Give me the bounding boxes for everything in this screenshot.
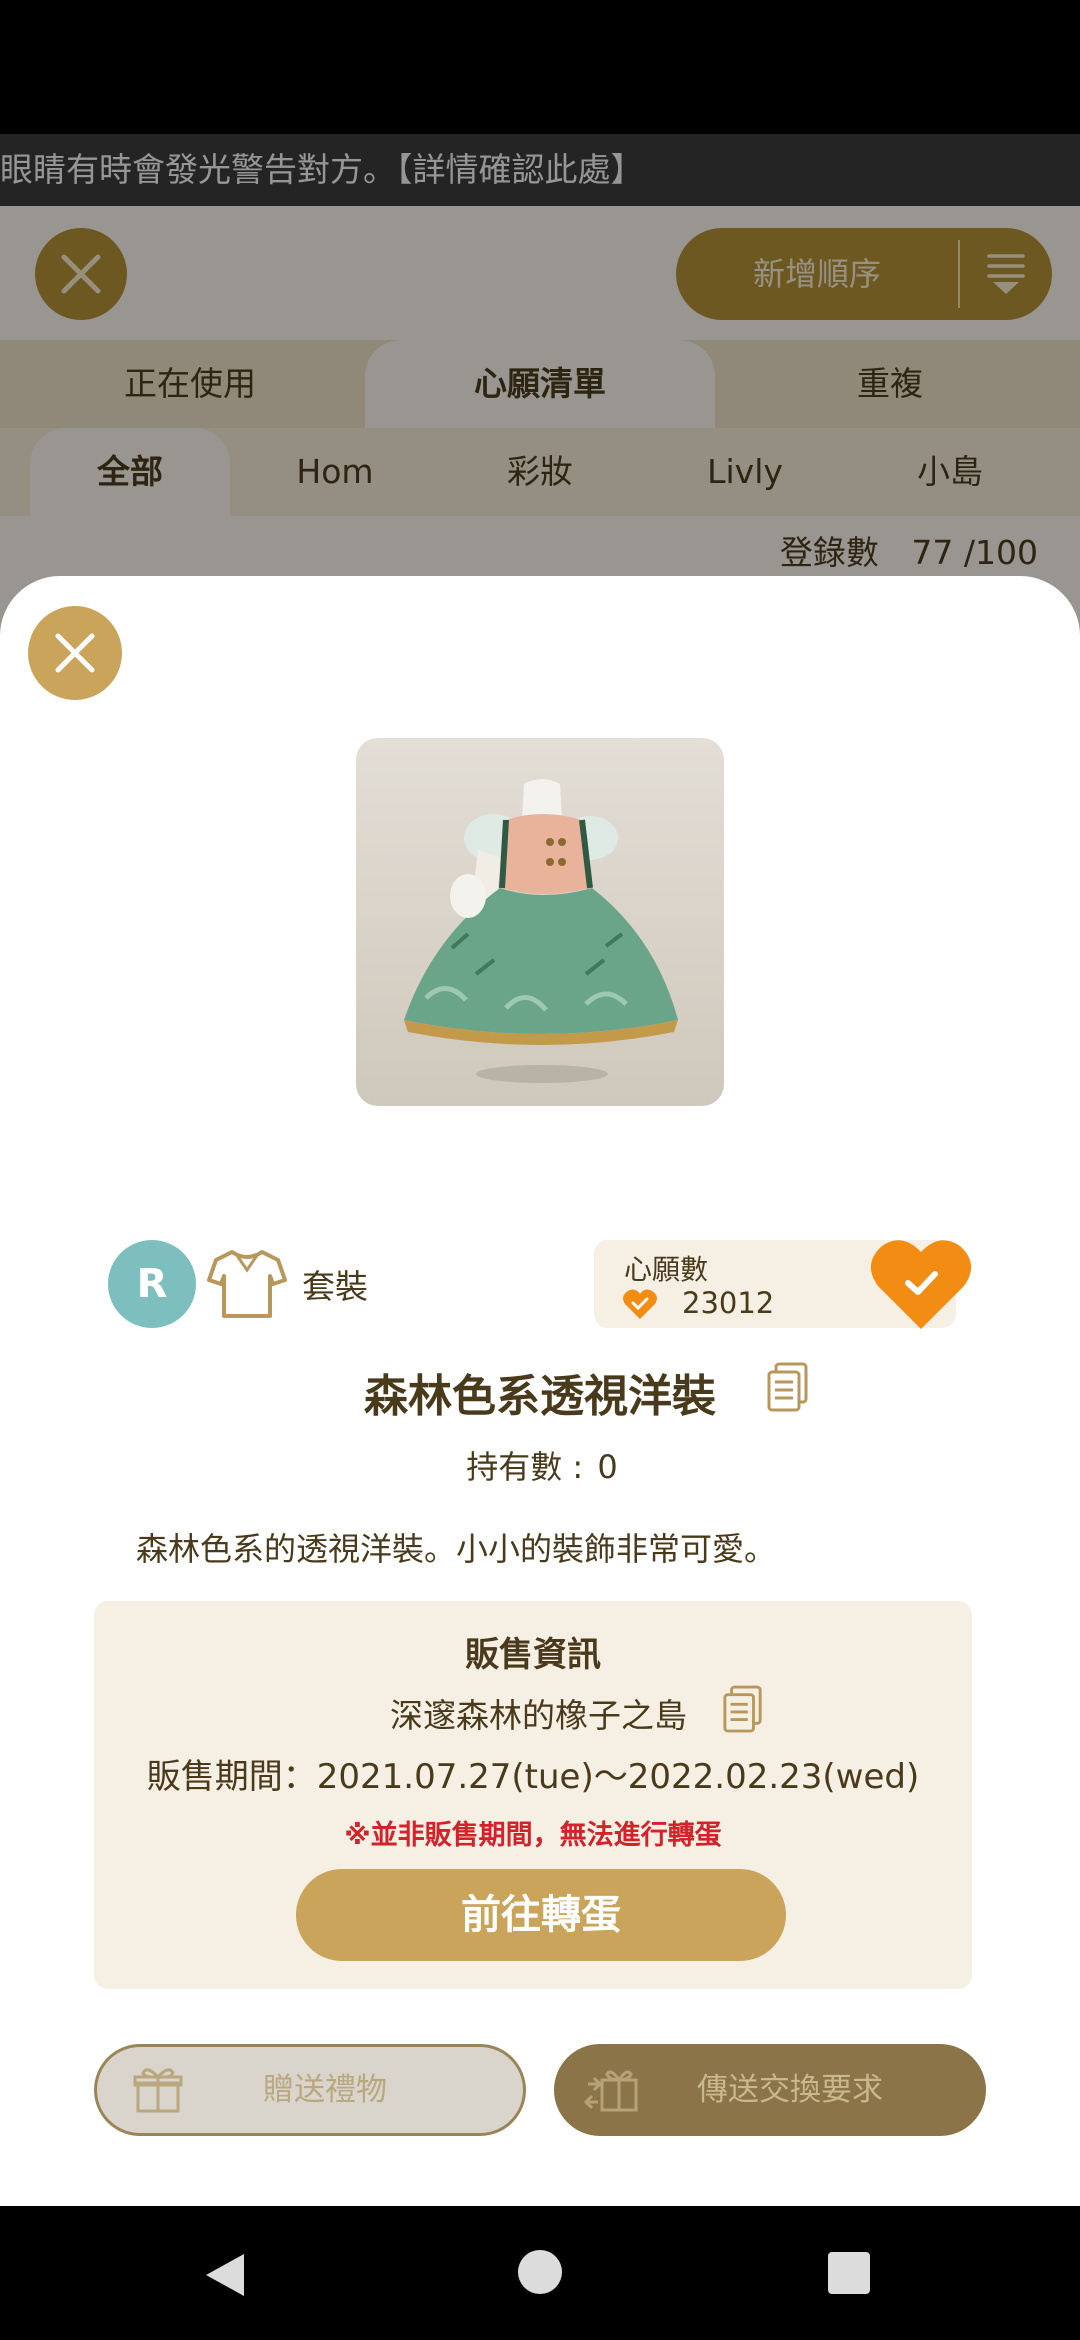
sale-period: 販售期間：2021.07.27(tue)～2022.02.23(wed) — [146, 1757, 920, 1797]
status-bar — [0, 0, 1080, 134]
home-icon[interactable] — [518, 2250, 562, 2294]
category-label: 套裝 — [302, 1267, 368, 1306]
send-trade-request-button[interactable]: 傳送交換要求 — [554, 2044, 986, 2136]
send-trade-request-label: 傳送交換要求 — [697, 2072, 883, 2108]
rarity-badge: R — [108, 1240, 196, 1328]
sale-shop-name: 深邃森林的橡子之島 — [390, 1696, 687, 1735]
close-icon — [55, 633, 95, 673]
go-to-gacha-button[interactable]: 前往轉蛋 — [296, 1869, 786, 1961]
item-detail-sheet: R 套裝 心願數 23012 森林色系透視洋裝 持有數 : 0 森林色系的透視洋… — [0, 576, 1080, 2206]
wishlist-heart-button[interactable] — [868, 1236, 974, 1332]
sale-info-box: 販售資訊 深邃森林的橡子之島 販售期間：2021.07.27(tue)～2022… — [94, 1601, 972, 1989]
heart-check-icon — [623, 1289, 657, 1319]
close-button[interactable] — [28, 606, 122, 700]
copy-name-icon[interactable] — [766, 1362, 810, 1414]
dress-illustration — [404, 779, 678, 1083]
owned-count-label: 持有數 : — [466, 1448, 584, 1486]
system-nav-bar — [0, 2206, 1080, 2340]
sale-info-title: 販售資訊 — [465, 1635, 601, 1675]
item-image — [356, 738, 724, 1106]
wish-count-title: 心願數 — [624, 1253, 709, 1286]
send-gift-button[interactable]: 贈送禮物 — [94, 2044, 526, 2136]
back-icon[interactable] — [200, 2250, 250, 2300]
wish-count-value: 23012 — [682, 1286, 775, 1320]
send-gift-label: 贈送禮物 — [263, 2072, 387, 2108]
owned-count-value: 0 — [597, 1448, 618, 1486]
item-description: 森林色系的透視洋裝。小小的裝飾非常可愛。 — [136, 1530, 777, 1568]
owned-count: 持有數 : 0 — [0, 1442, 1080, 1488]
item-name: 森林色系透視洋裝 — [364, 1371, 716, 1422]
recent-apps-icon[interactable] — [828, 2252, 870, 2294]
shirt-icon — [207, 1250, 287, 1318]
sale-warning: ※並非販售期間，無法進行轉蛋 — [344, 1820, 722, 1851]
copy-shop-icon[interactable] — [722, 1685, 764, 1735]
